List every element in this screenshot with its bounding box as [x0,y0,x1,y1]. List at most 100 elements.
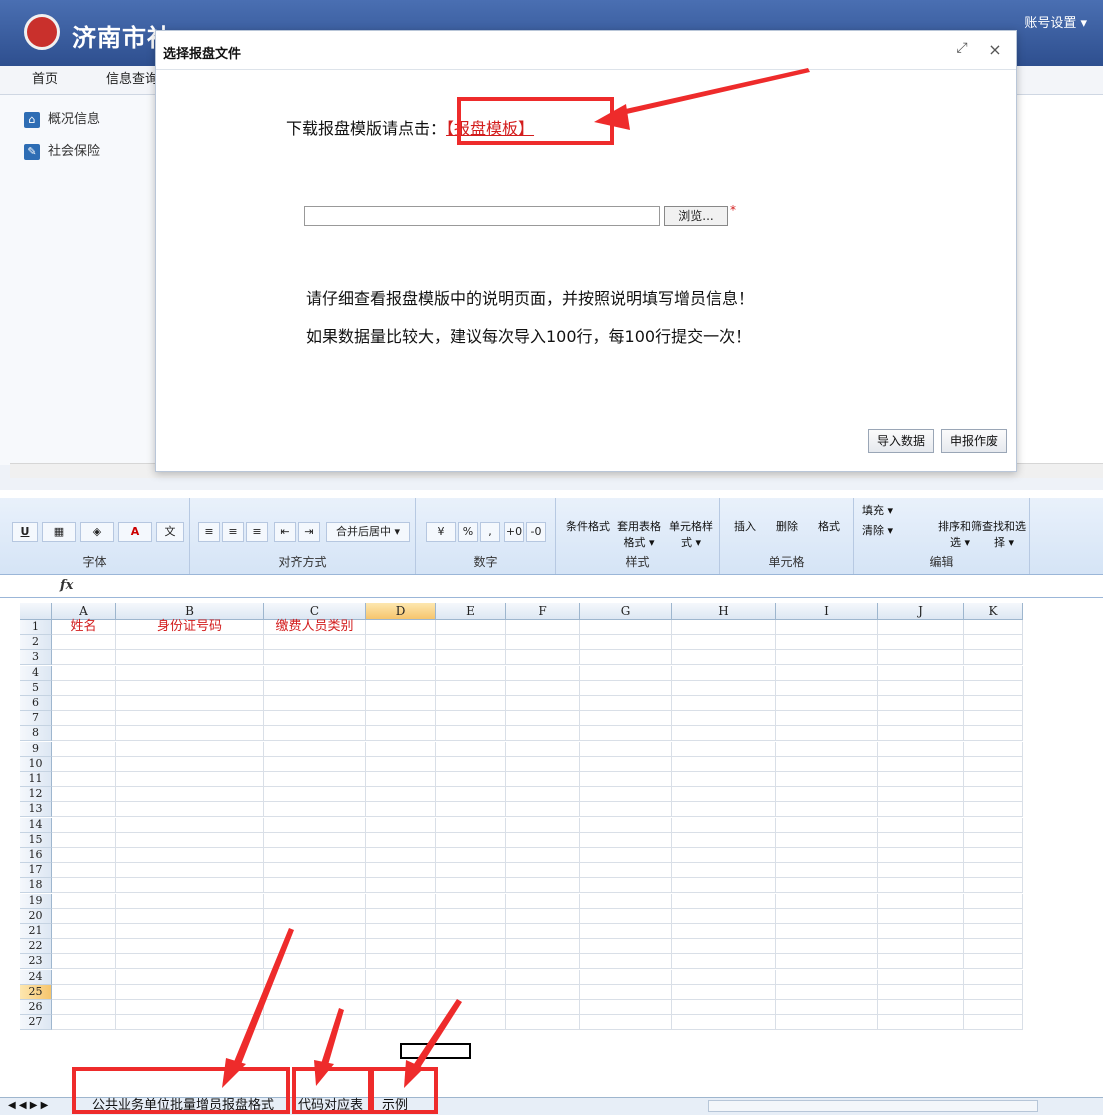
sheet-nav-arrows[interactable]: ◀ ◀ ▶ ▶ [4,1098,52,1114]
cell[interactable] [776,1015,878,1031]
cell[interactable] [672,1000,776,1015]
cell[interactable] [506,1015,580,1031]
row-header[interactable]: 4 [20,665,52,681]
cell[interactable] [52,848,116,863]
cell[interactable] [264,848,366,863]
cell[interactable] [436,620,506,635]
row-header[interactable]: 19 [20,893,52,909]
cell[interactable] [52,756,116,772]
insert-cells-button[interactable]: 插入 [726,518,764,534]
cell[interactable] [878,817,964,833]
cell[interactable] [436,787,506,803]
cell[interactable] [878,1000,964,1015]
cell[interactable] [264,924,366,939]
cell[interactable] [878,665,964,681]
cell[interactable] [366,848,436,863]
cell[interactable] [580,620,672,635]
row-header[interactable]: 10 [20,756,52,772]
sidebar-item-overview[interactable]: ⌂ 概况信息 [24,109,100,131]
row-header[interactable]: 24 [20,969,52,985]
cell[interactable] [436,984,506,1000]
increase-decimal-icon[interactable]: +0 [504,522,524,542]
cell[interactable] [52,680,116,696]
sort-filter-button[interactable]: 排序和筛选 ▾ [938,518,982,550]
cell[interactable] [52,650,116,666]
column-header-e[interactable]: E [436,603,506,620]
cell[interactable] [366,696,436,711]
cell[interactable] [878,680,964,696]
cell[interactable] [366,726,436,742]
cell[interactable] [52,863,116,879]
cell[interactable] [116,817,264,833]
cell[interactable] [964,756,1023,772]
cell[interactable] [776,848,878,863]
cell[interactable] [116,756,264,772]
align-left-icon[interactable]: ≡ [198,522,220,542]
header-cell[interactable]: 姓名 [52,620,116,635]
row-header[interactable]: 8 [20,726,52,742]
cell[interactable] [52,939,116,955]
cell[interactable] [264,726,366,742]
cell[interactable] [672,726,776,742]
cell[interactable] [878,893,964,909]
cell[interactable] [672,984,776,1000]
column-header-f[interactable]: F [506,603,580,620]
cell[interactable] [580,772,672,787]
column-header-c[interactable]: C [264,603,366,620]
cell[interactable] [436,908,506,924]
cell[interactable] [964,650,1023,666]
cell[interactable] [264,1000,366,1015]
cell[interactable] [964,1015,1023,1031]
cell[interactable] [672,802,776,818]
cell[interactable] [116,863,264,879]
cell[interactable] [776,924,878,939]
cell[interactable] [52,954,116,970]
align-right-icon[interactable]: ≡ [246,522,268,542]
cell[interactable] [506,711,580,727]
select-all-corner[interactable] [20,603,52,620]
cell[interactable] [580,756,672,772]
cell[interactable] [116,696,264,711]
cell[interactable] [436,832,506,848]
cell[interactable] [672,741,776,757]
cell[interactable] [116,741,264,757]
cell[interactable] [116,711,264,727]
cell[interactable] [672,756,776,772]
cell[interactable] [506,756,580,772]
cell[interactable] [964,954,1023,970]
sheet-horizontal-scrollbar[interactable] [708,1100,1038,1112]
function-icon[interactable]: fx [60,578,73,593]
cell[interactable] [506,954,580,970]
cell[interactable] [264,635,366,651]
cell[interactable] [506,665,580,681]
cell[interactable] [964,772,1023,787]
delete-cells-button[interactable]: 删除 [768,518,806,534]
cell[interactable] [776,893,878,909]
cell[interactable] [964,635,1023,651]
sidebar-item-social-insurance[interactable]: ✎ 社会保险 [24,141,100,163]
column-header-d[interactable]: D [366,603,436,620]
cell[interactable] [264,832,366,848]
fill-button[interactable]: 填充 ▾ [862,502,893,518]
header-cell[interactable]: 缴费人员类别 [264,620,366,635]
cell[interactable] [878,650,964,666]
cell[interactable] [436,1000,506,1015]
cell[interactable] [580,711,672,727]
cell[interactable] [52,969,116,985]
cell[interactable] [964,620,1023,635]
cell[interactable] [672,908,776,924]
cell[interactable] [506,817,580,833]
cell[interactable] [776,817,878,833]
cell[interactable] [264,1015,366,1031]
cell[interactable] [366,908,436,924]
cell[interactable] [964,817,1023,833]
cell[interactable] [776,726,878,742]
cell[interactable] [116,969,264,985]
maximize-icon[interactable]: ⤢ [953,40,971,58]
cell[interactable] [580,939,672,955]
cell[interactable] [366,635,436,651]
cell[interactable] [264,954,366,970]
cell[interactable] [878,802,964,818]
cell[interactable] [506,832,580,848]
cell[interactable] [964,848,1023,863]
